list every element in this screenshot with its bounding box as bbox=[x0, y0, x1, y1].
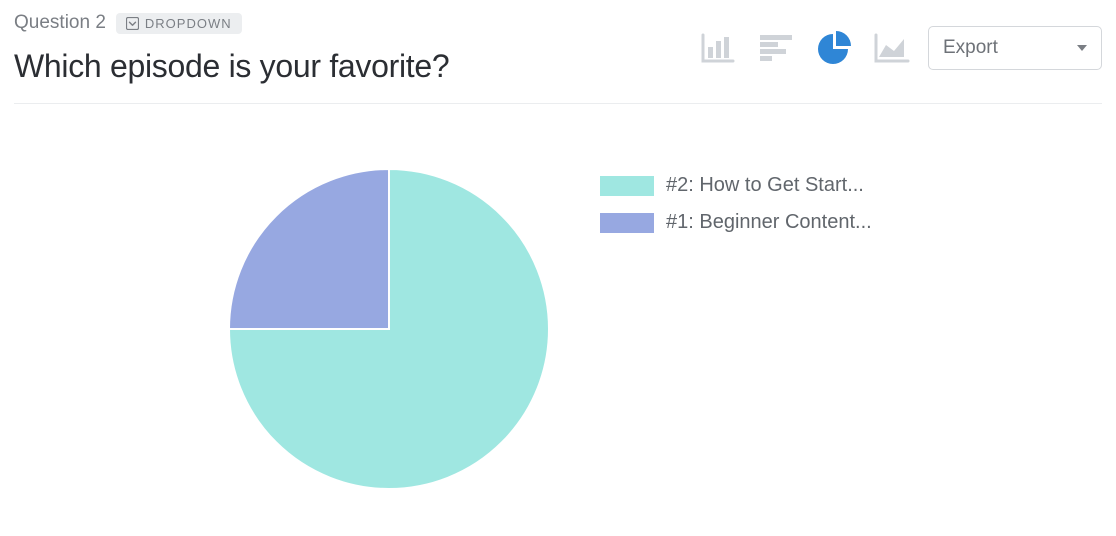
legend-swatch bbox=[600, 213, 654, 233]
dropdown-badge-icon bbox=[126, 17, 139, 30]
question-title: Which episode is your favorite? bbox=[14, 48, 449, 85]
legend-item: #2: How to Get Start... bbox=[600, 174, 872, 197]
question-type-badge-text: DROPDOWN bbox=[145, 16, 232, 31]
question-type-badge: DROPDOWN bbox=[116, 13, 242, 34]
export-dropdown[interactable]: Export bbox=[928, 26, 1102, 70]
pie-slice bbox=[229, 169, 389, 329]
chart-type-toggle bbox=[700, 30, 910, 66]
pie-chart-icon[interactable] bbox=[816, 30, 852, 66]
legend-label: #2: How to Get Start... bbox=[666, 174, 864, 197]
area-chart-icon[interactable] bbox=[874, 30, 910, 66]
legend-item: #1: Beginner Content... bbox=[600, 211, 872, 234]
pie-chart bbox=[224, 164, 554, 494]
chart-legend: #2: How to Get Start... #1: Beginner Con… bbox=[600, 164, 872, 234]
question-number-label: Question 2 bbox=[14, 12, 106, 34]
horizontal-bar-chart-icon[interactable] bbox=[758, 30, 794, 66]
legend-label: #1: Beginner Content... bbox=[666, 211, 872, 234]
export-dropdown-label: Export bbox=[943, 37, 998, 59]
bar-chart-icon[interactable] bbox=[700, 30, 736, 66]
legend-swatch bbox=[600, 176, 654, 196]
chevron-down-icon bbox=[1077, 45, 1087, 51]
